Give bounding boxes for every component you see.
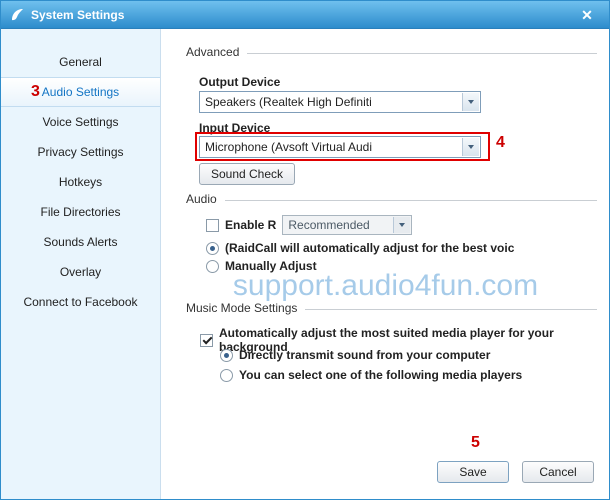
sidebar-item-file-directories[interactable]: File Directories	[1, 197, 160, 227]
sound-check-button[interactable]: Sound Check	[199, 163, 295, 185]
annotation-step-3: 3	[31, 83, 40, 100]
chevron-down-icon[interactable]	[462, 93, 479, 111]
advanced-section-label: Advanced	[186, 45, 240, 59]
auto-adjust-radio[interactable]	[206, 241, 219, 255]
auto-adjust-label: (RaidCall will automatically adjust for …	[225, 241, 515, 255]
close-button[interactable]: ✕	[573, 1, 601, 29]
enable-voice-row: Enable R Recommended	[206, 215, 413, 235]
auto-adjust-row: (RaidCall will automatically adjust for …	[206, 241, 514, 255]
manual-adjust-row: Manually Adjust	[206, 259, 317, 273]
audio-section-label: Audio	[186, 192, 217, 206]
sidebar: General Audio Settings Voice Settings Pr…	[1, 29, 161, 499]
sidebar-item-voice-settings[interactable]: Voice Settings	[1, 107, 160, 137]
chevron-down-icon[interactable]	[462, 138, 479, 156]
save-button[interactable]: Save	[437, 461, 509, 483]
recommended-value: Recommended	[288, 218, 370, 232]
annotation-step-5: 5	[471, 434, 480, 451]
select-player-row: You can select one of the following medi…	[220, 368, 522, 382]
advanced-section-header: Advanced	[186, 45, 597, 59]
input-device-label: Input Device	[199, 121, 271, 135]
system-settings-window: System Settings ✕ General Audio Settings…	[0, 0, 610, 500]
output-device-dropdown[interactable]: Speakers (Realtek High Definiti	[199, 91, 481, 113]
enable-voice-label: Enable R	[225, 218, 277, 232]
sidebar-item-sounds-alerts[interactable]: Sounds Alerts	[1, 227, 160, 257]
audio-section-header: Audio	[186, 192, 597, 206]
annotation-step-4: 4	[496, 134, 505, 151]
music-auto-adjust-checkbox[interactable]	[200, 333, 213, 347]
sidebar-item-overlay[interactable]: Overlay	[1, 257, 160, 287]
raidcall-logo-icon	[9, 7, 25, 23]
input-device-value: Microphone (Avsoft Virtual Audi	[205, 140, 372, 154]
content-panel: Advanced Output Device Speakers (Realtek…	[162, 29, 609, 499]
enable-voice-checkbox[interactable]	[206, 218, 219, 232]
manual-adjust-label: Manually Adjust	[225, 259, 317, 273]
direct-transmit-row: Directly transmit sound from your comput…	[220, 348, 490, 362]
sidebar-item-hotkeys[interactable]: Hotkeys	[1, 167, 160, 197]
select-player-radio[interactable]	[220, 368, 233, 382]
recommended-dropdown[interactable]: Recommended	[282, 215, 413, 235]
direct-transmit-label: Directly transmit sound from your comput…	[239, 348, 491, 362]
chevron-down-icon[interactable]	[393, 217, 411, 233]
manual-adjust-radio[interactable]	[206, 259, 219, 273]
sidebar-item-connect-facebook[interactable]: Connect to Facebook	[1, 287, 160, 317]
input-device-dropdown[interactable]: Microphone (Avsoft Virtual Audi	[199, 136, 481, 158]
output-device-label: Output Device	[199, 75, 281, 89]
watermark-text: support.audio4fun.com	[232, 269, 539, 302]
music-mode-section-header: Music Mode Settings	[186, 301, 597, 315]
cancel-button[interactable]: Cancel	[522, 461, 594, 483]
sidebar-item-privacy-settings[interactable]: Privacy Settings	[1, 137, 160, 167]
output-device-value: Speakers (Realtek High Definiti	[205, 95, 372, 109]
window-title: System Settings	[31, 7, 125, 22]
music-mode-section-label: Music Mode Settings	[186, 301, 298, 315]
select-player-label: You can select one of the following medi…	[239, 368, 523, 382]
sidebar-item-audio-settings[interactable]: Audio Settings	[1, 77, 160, 107]
sidebar-item-general[interactable]: General	[1, 47, 160, 77]
direct-transmit-radio[interactable]	[220, 348, 233, 362]
titlebar: System Settings ✕	[1, 1, 609, 29]
